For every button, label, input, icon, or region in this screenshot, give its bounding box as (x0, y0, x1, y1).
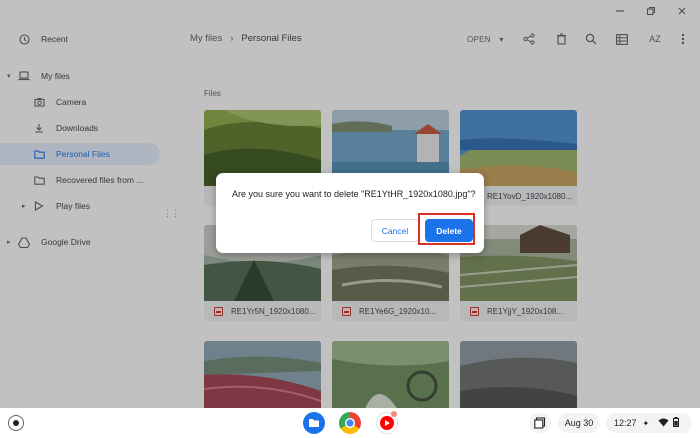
status-tray[interactable]: 12:27 ✦ (606, 413, 692, 433)
files-app-icon[interactable] (303, 412, 325, 434)
chrome-icon[interactable] (339, 412, 361, 434)
shelf: Aug 30 12:27 ✦ (0, 408, 700, 438)
notification-dot (391, 411, 397, 417)
launcher-button[interactable] (8, 415, 24, 431)
battery-icon (673, 417, 680, 429)
wifi-icon (658, 418, 669, 429)
date-text: Aug 30 (564, 418, 594, 428)
date-tray[interactable]: Aug 30 (558, 413, 600, 433)
delete-button-highlight (418, 213, 475, 245)
cancel-button[interactable]: Cancel (371, 219, 419, 242)
dialog-message: Are you sure you want to delete "RE1YtHR… (232, 189, 476, 199)
tote-icon[interactable] (529, 413, 551, 433)
clock-text: 12:27 (614, 418, 637, 428)
sparkle-icon: ✦ (642, 418, 650, 428)
